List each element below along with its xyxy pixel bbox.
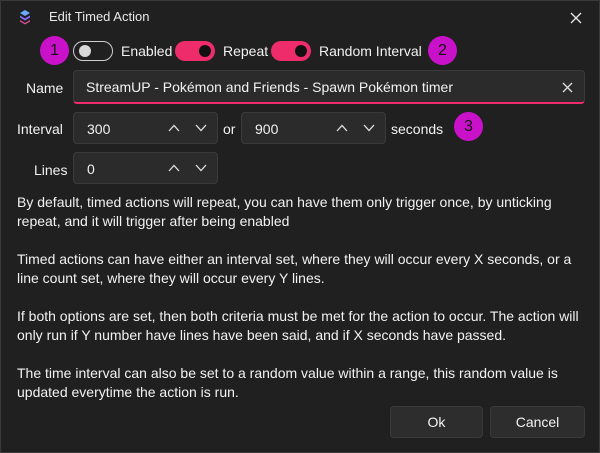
annotation-badge-3: 3	[454, 112, 483, 141]
chevron-up-icon	[168, 124, 180, 132]
interval-max-decrement[interactable]	[361, 121, 377, 135]
repeat-toggle[interactable]	[175, 41, 215, 61]
random-interval-label: Random Interval	[319, 43, 422, 59]
window-title: Edit Timed Action	[49, 9, 150, 24]
interval-min-increment[interactable]	[166, 121, 182, 135]
chevron-down-icon	[363, 124, 375, 132]
interval-max-increment[interactable]	[334, 121, 350, 135]
lines-decrement[interactable]	[193, 161, 209, 175]
description-paragraph-criteria: If both options are set, then both crite…	[17, 308, 579, 343]
name-field	[73, 70, 585, 104]
description-paragraph-random: The time interval can also be set to a r…	[17, 365, 558, 400]
chevron-up-icon	[336, 124, 348, 132]
lines-value: 0	[87, 161, 95, 177]
close-button[interactable]	[561, 5, 591, 31]
title-bar: Edit Timed Action	[1, 1, 599, 33]
enabled-label: Enabled	[121, 43, 173, 59]
enabled-toggle[interactable]	[73, 41, 113, 61]
interval-min-decrement[interactable]	[193, 121, 209, 135]
annotation-badge-2: 2	[428, 36, 457, 65]
cancel-button[interactable]: Cancel	[490, 406, 585, 438]
interval-label: Interval	[17, 121, 63, 137]
toggle-knob	[79, 45, 91, 57]
interval-or-label: or	[223, 121, 236, 137]
clear-icon	[562, 82, 572, 92]
description-paragraph-repeat: By default, timed actions will repeat, y…	[17, 194, 552, 229]
lines-label: Lines	[34, 162, 68, 178]
interval-unit-label: seconds	[391, 121, 444, 137]
chevron-down-icon	[195, 164, 207, 172]
close-icon	[570, 12, 582, 24]
interval-max-spinbox[interactable]: 900	[241, 112, 386, 144]
name-label: Name	[26, 80, 64, 96]
toggle-knob	[199, 45, 211, 57]
clear-name-button[interactable]	[558, 78, 576, 96]
interval-max-value: 900	[255, 121, 279, 137]
lines-spinbox[interactable]: 0	[73, 152, 218, 184]
random-interval-toggle[interactable]	[271, 41, 311, 61]
app-logo-icon	[17, 9, 33, 25]
toggle-knob	[295, 45, 307, 57]
chevron-down-icon	[195, 124, 207, 132]
description-paragraph-interval: Timed actions can have either an interva…	[17, 251, 572, 286]
lines-increment[interactable]	[166, 161, 182, 175]
chevron-up-icon	[168, 164, 180, 172]
annotation-badge-1: 1	[40, 36, 69, 65]
edit-timed-action-dialog: Edit Timed Action 1 Enabled Repeat Rando…	[0, 0, 600, 453]
name-input[interactable]	[86, 71, 556, 103]
interval-min-value: 300	[87, 121, 111, 137]
interval-min-spinbox[interactable]: 300	[73, 112, 218, 144]
repeat-label: Repeat	[223, 43, 269, 59]
ok-button[interactable]: Ok	[390, 406, 483, 438]
